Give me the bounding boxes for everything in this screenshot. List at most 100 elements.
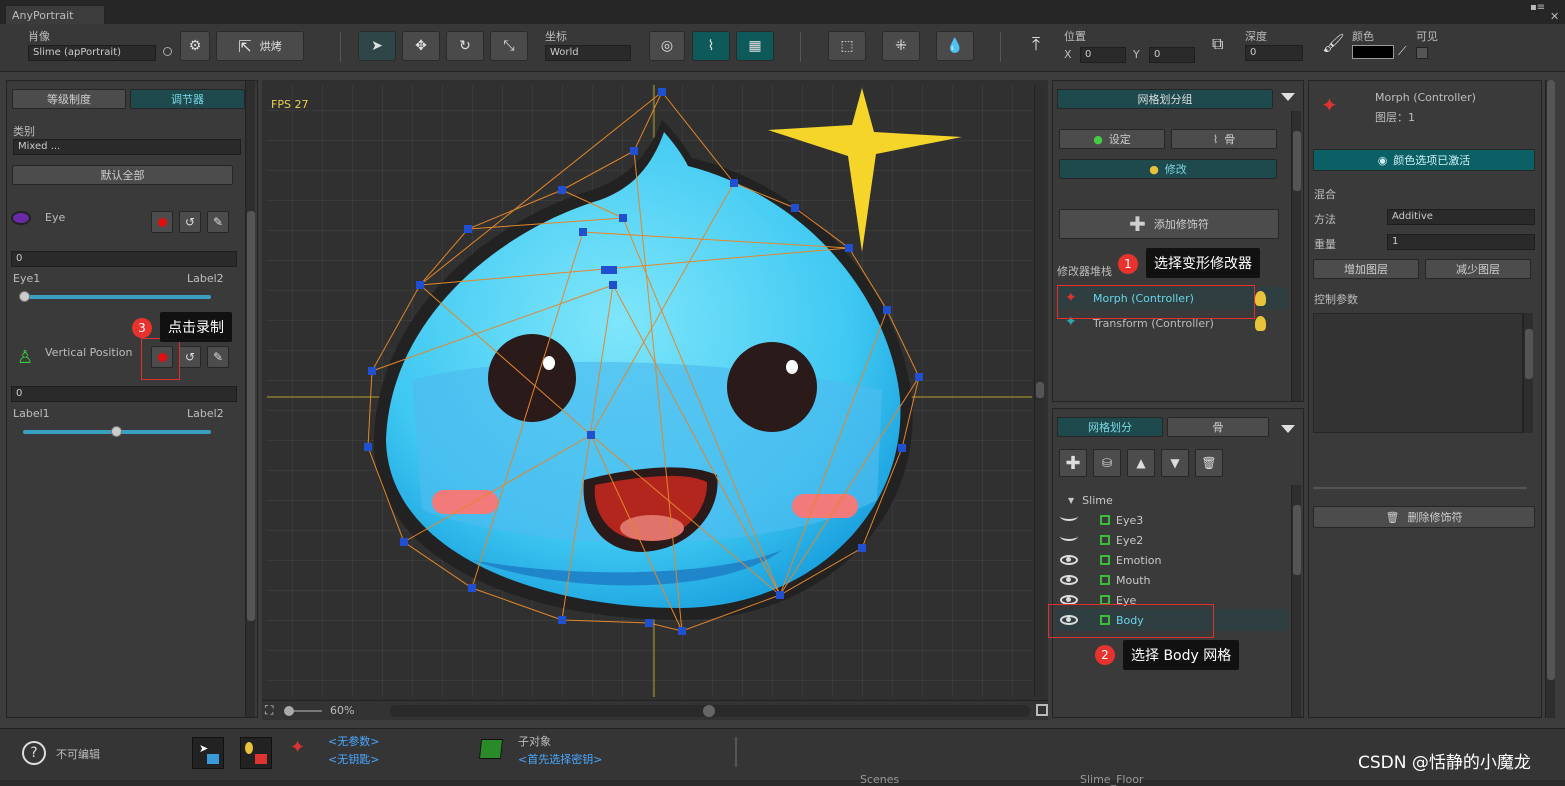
modifier-stack-label: 修改器堆栈	[1057, 265, 1112, 278]
maximize-icon[interactable]	[1036, 704, 1048, 716]
param-list-scrollbar[interactable]	[1523, 313, 1533, 433]
depth-field[interactable]: 0	[1245, 45, 1303, 61]
bone-view-button[interactable]: ⌇	[692, 31, 730, 61]
no-param-link[interactable]: <无参数>	[328, 733, 379, 749]
edit-button[interactable]: ✎	[207, 346, 229, 368]
tab-mesh[interactable]: 网格划分	[1057, 417, 1163, 437]
morph-icon: ✦	[1321, 93, 1338, 117]
physics-button[interactable]: 💧	[936, 31, 974, 61]
layer-button[interactable]: ⛁	[1093, 449, 1121, 477]
move-up-button[interactable]: ▲	[1127, 449, 1155, 477]
param-value-field[interactable]: 0	[11, 386, 237, 402]
scroll-thumb[interactable]	[1547, 80, 1555, 680]
add-modifier-button[interactable]: ✚ 添加修饰符	[1059, 209, 1279, 239]
color-swatch[interactable]	[1352, 45, 1394, 59]
fit-view-icon[interactable]: ⛶	[265, 703, 273, 718]
portrait-field[interactable]: Slime (apPortrait)	[28, 45, 156, 61]
onion-skin-button[interactable]: ◎	[649, 31, 685, 61]
no-key-link[interactable]: <无钥匙>	[328, 751, 379, 767]
eyedropper-icon[interactable]: ⟋	[1398, 44, 1406, 59]
tree-item[interactable]: Eye2	[1060, 531, 1143, 549]
select-tool-button[interactable]: ➤	[358, 31, 396, 61]
rotate-tool-button[interactable]: ↻	[446, 31, 484, 61]
mesh-list-scrollbar[interactable]	[1291, 485, 1301, 717]
tree-item[interactable]: Eye3	[1060, 511, 1143, 529]
delete-button[interactable]: 🗑	[1195, 449, 1223, 477]
v-scrollbar[interactable]	[1034, 85, 1044, 697]
record-button[interactable]	[151, 211, 173, 233]
left-scrollbar[interactable]	[245, 81, 255, 717]
h-scroll-thumb[interactable]	[703, 705, 715, 717]
viewport[interactable]: FPS 27 ⛶ 60%	[262, 80, 1048, 720]
mesh-group-title: 网格划分组	[1057, 89, 1273, 109]
scroll-thumb[interactable]	[1293, 505, 1301, 575]
bulb-icon[interactable]	[1255, 316, 1266, 331]
reset-button[interactable]: ↺	[179, 346, 201, 368]
v-scroll-thumb[interactable]	[1036, 382, 1044, 398]
help-icon[interactable]: ?	[22, 741, 46, 765]
eye-icon[interactable]	[1060, 575, 1078, 585]
visible-checkbox[interactable]	[1416, 47, 1428, 59]
zoom-knob[interactable]	[284, 706, 294, 716]
tree-item[interactable]: Emotion	[1060, 551, 1161, 569]
close-icon[interactable]: ✕	[1550, 10, 1559, 23]
properties-scrollbar[interactable]	[1545, 80, 1555, 718]
sphere-icon: ◎	[660, 38, 674, 54]
window-tab[interactable]: AnyPortrait	[5, 5, 105, 24]
scroll-thumb[interactable]	[247, 211, 255, 621]
param-slider-knob[interactable]	[111, 426, 122, 437]
color-option-button[interactable]: ◉ 颜色选项已激活	[1313, 149, 1535, 171]
edit-button[interactable]: ✎	[207, 211, 229, 233]
bone-button[interactable]: ⌇ 骨	[1171, 129, 1277, 149]
bulb-icon[interactable]	[1255, 291, 1266, 306]
tree-root[interactable]: ▼ Slime	[1060, 491, 1113, 509]
settings-button[interactable]: ⚙	[180, 31, 210, 61]
reset-button[interactable]: ↺	[179, 211, 201, 233]
remove-layer-button[interactable]: 减少图层	[1425, 259, 1531, 279]
mesh-group-scrollbar[interactable]	[1291, 111, 1301, 401]
tab-bone[interactable]: 骨	[1167, 417, 1269, 437]
scroll-thumb[interactable]	[1293, 131, 1301, 191]
collapse-icon[interactable]	[1281, 93, 1295, 101]
scroll-thumb[interactable]	[1525, 329, 1533, 379]
eye-icon[interactable]	[1060, 555, 1078, 565]
category-select[interactable]: Mixed ...	[13, 139, 241, 155]
default-all-button[interactable]: 默认全部	[12, 165, 233, 185]
eye-closed-icon[interactable]	[1060, 511, 1078, 521]
object-picker-icon[interactable]	[163, 47, 172, 56]
add-mesh-button[interactable]: ✚	[1059, 449, 1087, 477]
add-layer-button[interactable]: 增加图层	[1313, 259, 1419, 279]
control-param-list[interactable]	[1313, 313, 1523, 433]
param-slider-track[interactable]	[23, 295, 211, 299]
mesh-view-button[interactable]: ▦	[736, 31, 774, 61]
delete-modifier-button[interactable]: 🗑 删除修饰符	[1313, 506, 1535, 528]
method-select[interactable]: Additive	[1387, 209, 1535, 225]
move-down-button[interactable]: ▼	[1161, 449, 1189, 477]
bounds-button[interactable]: ⬚	[828, 31, 866, 61]
cursor-lock-icon[interactable]: ➤	[192, 737, 224, 769]
divider	[1000, 32, 1001, 62]
param-value-field[interactable]: 0	[11, 251, 237, 267]
tab-controller[interactable]: 调节器	[130, 89, 245, 109]
weight-field[interactable]: 1	[1387, 234, 1535, 250]
tab-hierarchy[interactable]: 等级制度	[12, 89, 126, 109]
coord-select[interactable]: World	[545, 45, 631, 61]
viewport-canvas[interactable]	[262, 80, 1048, 700]
bulb-lock-icon[interactable]	[240, 737, 272, 769]
bake-button[interactable]: ⇱ 烘烤	[216, 31, 304, 61]
x-field[interactable]: 0	[1080, 47, 1126, 63]
tree-item[interactable]: Mouth	[1060, 571, 1150, 589]
chevron-up-icon: ▲	[1136, 456, 1146, 470]
eye-closed-icon[interactable]	[1060, 531, 1078, 541]
collapse-icon[interactable]	[1281, 425, 1295, 433]
pivot-button[interactable]: ⁜	[882, 31, 920, 61]
y-field[interactable]: 0	[1149, 47, 1195, 63]
move-tool-button[interactable]: ✥	[402, 31, 440, 61]
toolbar: 肖像 Slime (apPortrait) ⚙ ⇱ 烘烤 ➤ ✥ ↻ ⤡ 坐标 W…	[0, 24, 1565, 72]
modify-button[interactable]: ● 修改	[1059, 159, 1277, 179]
window-menu-icon[interactable]: ▪≡	[1530, 2, 1545, 13]
child-hint-link[interactable]: <首先选择密钥>	[518, 751, 602, 767]
scale-tool-button[interactable]: ⤡	[490, 31, 528, 61]
param-slider-knob[interactable]	[19, 291, 30, 302]
setting-button[interactable]: ● 设定	[1059, 129, 1165, 149]
